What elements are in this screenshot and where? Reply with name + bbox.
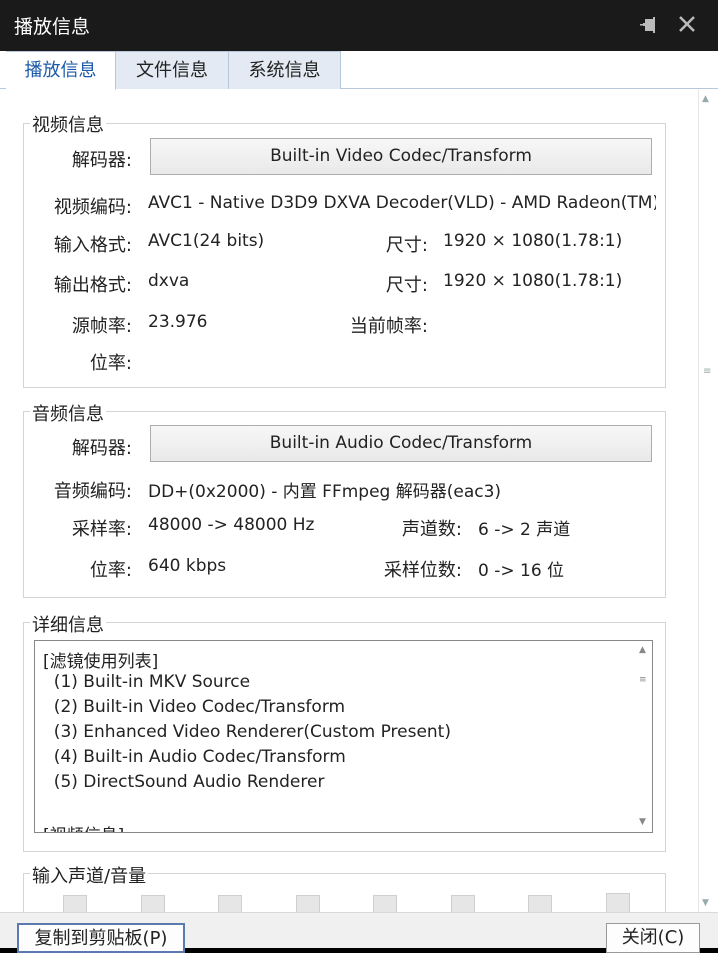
volume-meter [528, 895, 552, 913]
scroll-grip-icon[interactable]: ≡ [639, 675, 647, 685]
title-bar: 播放信息 [0, 0, 718, 51]
copy-to-clipboard-button[interactable]: 复制到剪贴板(P) [17, 923, 185, 953]
video-bitrate-label: 位率: [89, 353, 132, 374]
output-size-label: 尺寸: [385, 275, 428, 296]
tab-bar: 播放信息 文件信息 系统信息 [0, 51, 718, 90]
volume-meter [451, 895, 475, 913]
video-info-label: 视频信息 [30, 111, 106, 137]
video-decoder-label: 解码器: [71, 150, 132, 171]
output-format-label: 输出格式: [53, 275, 132, 296]
close-button[interactable]: 关闭(C) [606, 923, 700, 953]
audio-bitrate-value: 640 kbps [148, 556, 227, 576]
scroll-up-icon[interactable]: ▲ [702, 94, 709, 104]
volume-meter [296, 895, 320, 913]
window-title: 播放信息 [14, 16, 91, 38]
bitdepth-value: 0 -> 16 位 [478, 561, 565, 581]
source-fps-value: 23.976 [148, 312, 208, 332]
input-size-value: 1920 × 1080(1.78:1) [443, 231, 623, 251]
volume-meter [373, 895, 397, 913]
details-textbox[interactable]: [滤镜使用列表] (1) Built-in MKV Source (2) Bui… [34, 640, 653, 833]
scroll-down-icon[interactable]: ▼ [702, 898, 709, 908]
samplerate-label: 采样率: [71, 519, 132, 540]
bitdepth-label: 采样位数: [383, 560, 462, 581]
output-format-value: dxva [148, 271, 190, 291]
detail-line: [视频信息] [43, 821, 124, 832]
audio-decoder-label: 解码器: [71, 438, 132, 459]
detail-line: (1) Built-in MKV Source [43, 672, 251, 692]
details-scrollbar[interactable]: ▲ ≡ ▼ [635, 641, 652, 832]
audio-codec-label: 音频编码: [53, 481, 132, 502]
playback-info-window: 播放信息 播放信息 文件信息 系统信息 ▲ ≡ ▼ 视频信息 解码器: Buil… [0, 0, 718, 953]
detail-line: (3) Enhanced Video Renderer(Custom Prese… [43, 722, 451, 742]
tab-system-info[interactable]: 系统信息 [229, 51, 341, 89]
detail-line: (5) DirectSound Audio Renderer [43, 772, 325, 792]
scroll-up-icon[interactable]: ▲ [639, 645, 646, 655]
samplerate-value: 48000 -> 48000 Hz [148, 515, 315, 535]
pin-icon[interactable] [638, 14, 662, 38]
audio-decoder-button[interactable]: Built-in Audio Codec/Transform [150, 425, 652, 462]
output-size-value: 1920 × 1080(1.78:1) [443, 271, 623, 291]
close-icon[interactable] [675, 12, 699, 36]
video-codec-value: AVC1 - Native D3D9 DXVA Decoder(VLD) - A… [148, 193, 656, 213]
channels-value: 6 -> 2 声道 [478, 520, 571, 540]
detail-line: (4) Built-in Audio Codec/Transform [43, 747, 346, 767]
detail-line: (2) Built-in Video Codec/Transform [43, 697, 346, 717]
channels-label: 声道数: [401, 519, 462, 540]
volume-label: 输入声道/音量 [30, 862, 149, 888]
main-scrollbar[interactable]: ▲ ≡ ▼ [698, 90, 714, 912]
tab-file-info[interactable]: 文件信息 [116, 51, 229, 89]
volume-meter [218, 895, 242, 913]
details-label: 详细信息 [30, 611, 106, 637]
volume-meter [606, 893, 630, 913]
audio-info-label: 音频信息 [30, 400, 106, 426]
tab-playback-info[interactable]: 播放信息 [6, 51, 116, 90]
current-fps-label: 当前帧率: [349, 316, 428, 337]
video-codec-label: 视频编码: [53, 197, 132, 218]
audio-codec-value: DD+(0x2000) - 内置 FFmpeg 解码器(eac3) [148, 482, 502, 502]
volume-meter [141, 895, 165, 913]
scroll-down-icon[interactable]: ▼ [639, 817, 646, 827]
input-format-label: 输入格式: [53, 235, 132, 256]
video-decoder-button[interactable]: Built-in Video Codec/Transform [150, 138, 652, 175]
volume-meter [63, 895, 87, 913]
scroll-grip-icon[interactable]: ≡ [703, 366, 711, 377]
input-size-label: 尺寸: [385, 235, 428, 256]
input-format-value: AVC1(24 bits) [148, 231, 265, 251]
detail-line: [滤镜使用列表] [43, 652, 159, 672]
bottom-bar: 复制到剪贴板(P) 关闭(C) [0, 912, 718, 953]
source-fps-label: 源帧率: [71, 316, 132, 337]
audio-bitrate-label: 位率: [89, 560, 132, 581]
